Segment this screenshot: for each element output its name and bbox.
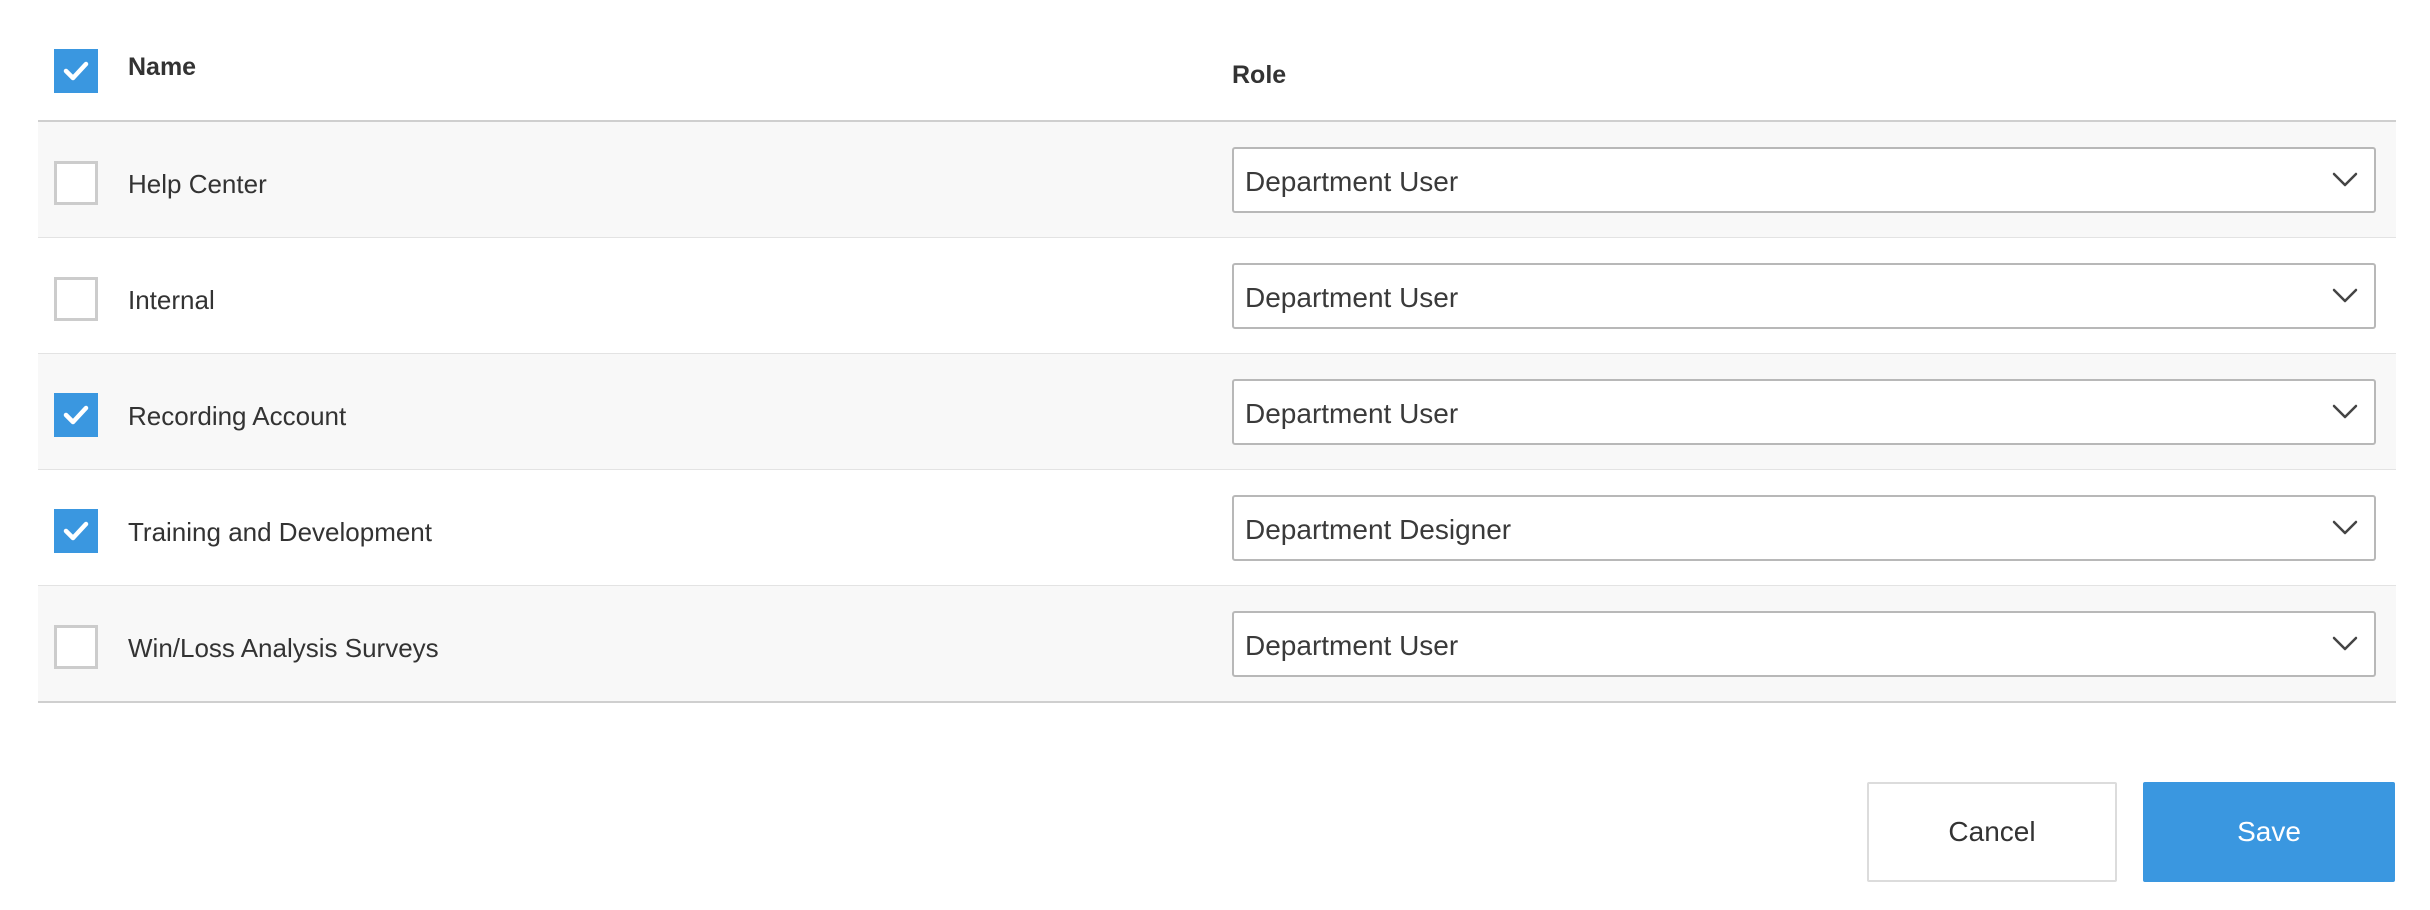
row-checkbox[interactable]: [54, 625, 98, 669]
row-name: Training and Development: [128, 517, 432, 547]
row-checkbox[interactable]: [54, 393, 98, 437]
save-button[interactable]: Save: [2143, 782, 2395, 882]
chevron-down-icon: [2332, 172, 2358, 187]
role-select[interactable]: Department User: [1232, 263, 2376, 329]
role-select-value: Department User: [1245, 398, 1459, 429]
department-role-table: Name Role Help Center Department User In…: [38, 0, 2396, 703]
table-header: Name Role: [38, 0, 2396, 122]
role-column-header: Role: [1232, 61, 1287, 89]
chevron-down-icon: [2332, 404, 2358, 419]
table-row: Training and Development Department Desi…: [38, 470, 2396, 586]
row-name: Win/Loss Analysis Surveys: [128, 633, 439, 663]
checkmark-icon: [63, 405, 89, 425]
table-row: Internal Department User: [38, 238, 2396, 354]
table-row: Recording Account Department User: [38, 354, 2396, 470]
role-select-value: Department User: [1245, 630, 1459, 661]
role-select-value: Department Designer: [1245, 514, 1512, 545]
table-row: Help Center Department User: [38, 122, 2396, 238]
row-name: Help Center: [128, 169, 267, 199]
role-select-value: Department User: [1245, 282, 1459, 313]
role-select[interactable]: Department User: [1232, 379, 2376, 445]
row-name: Internal: [128, 285, 215, 315]
table-row: Win/Loss Analysis Surveys Department Use…: [38, 586, 2396, 703]
row-checkbox[interactable]: [54, 161, 98, 205]
role-select-value: Department User: [1245, 166, 1459, 197]
name-column-header: Name: [128, 53, 197, 81]
cancel-button[interactable]: Cancel: [1867, 782, 2117, 882]
role-select[interactable]: Department Designer: [1232, 495, 2376, 561]
chevron-down-icon: [2332, 288, 2358, 303]
checkmark-icon: [63, 61, 89, 81]
row-name: Recording Account: [128, 401, 347, 431]
checkmark-icon: [63, 521, 89, 541]
role-select[interactable]: Department User: [1232, 147, 2376, 213]
chevron-down-icon: [2332, 636, 2358, 651]
row-checkbox[interactable]: [54, 277, 98, 321]
role-select[interactable]: Department User: [1232, 611, 2376, 677]
select-all-checkbox[interactable]: [54, 49, 98, 93]
chevron-down-icon: [2332, 520, 2358, 535]
row-checkbox[interactable]: [54, 509, 98, 553]
